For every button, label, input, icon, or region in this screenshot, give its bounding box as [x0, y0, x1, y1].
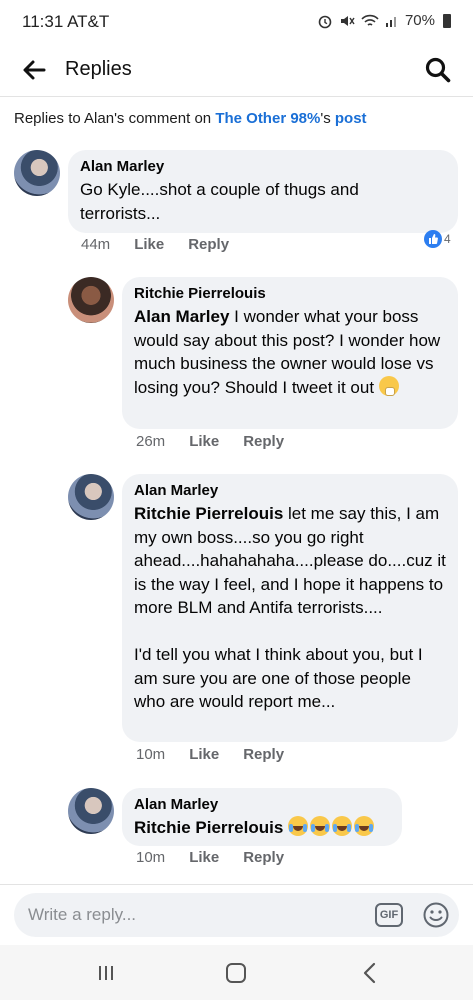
like-button[interactable]: Like [189, 433, 219, 450]
alarm-icon [318, 15, 332, 28]
laughing-emoji-icon [288, 816, 309, 836]
comment-meta: 26m Like Reply [136, 433, 284, 450]
avatar[interactable] [68, 788, 114, 834]
reaction-number: 4 [444, 232, 451, 246]
comment-time: 26m [136, 433, 166, 450]
page-title: Replies [65, 58, 132, 80]
post-link[interactable]: post [335, 110, 367, 127]
reply-bar-divider [0, 884, 473, 885]
search-icon[interactable] [423, 55, 453, 85]
comment-time: 10m [136, 746, 166, 763]
context-line: Replies to Alan's comment on The Other 9… [14, 110, 367, 127]
comment-text: Go Kyle....shot a couple of thugs and te… [80, 180, 359, 223]
home-icon[interactable] [226, 963, 246, 983]
battery-icon [443, 13, 451, 28]
mention-tag[interactable]: Ritchie Pierrelouis [134, 818, 283, 837]
comment-bubble: Ritchie Pierrelouis Alan Marley I wonder… [122, 277, 458, 429]
status-bar: 11:31 AT&T 70% [0, 0, 473, 44]
comment-bubble: Alan Marley Go Kyle....shot a couple of … [68, 150, 458, 233]
gif-button[interactable]: GIF [375, 903, 403, 927]
comment-author[interactable]: Alan Marley [134, 482, 446, 499]
like-button[interactable]: Like [189, 746, 219, 763]
header: Replies [0, 44, 473, 96]
context-suffix: 's [320, 110, 335, 127]
system-nav-bar [0, 945, 473, 1000]
comment-bubble: Alan Marley Ritchie Pierrelouis [122, 788, 402, 846]
mention-tag[interactable]: Alan Marley [134, 307, 229, 326]
like-button[interactable]: Like [134, 236, 164, 253]
comment-time: 44m [81, 236, 111, 253]
avatar[interactable] [68, 474, 114, 520]
comment-text: Ritchie Pierrelouis let me say this, I a… [134, 502, 446, 714]
header-divider [0, 96, 473, 97]
like-reaction-icon [424, 230, 442, 248]
signal-icon [385, 16, 396, 27]
reply-button[interactable]: Reply [243, 433, 284, 450]
page-link[interactable]: The Other 98% [215, 110, 320, 127]
comment-meta: 44m Like Reply [81, 236, 229, 253]
laughing-emoji-icon [354, 816, 375, 836]
context-prefix: Replies to Alan's comment on [14, 110, 216, 127]
comment-author[interactable]: Alan Marley [134, 796, 390, 813]
comment-text: Alan Marley I wonder what your boss woul… [134, 305, 446, 399]
reply-button[interactable]: Reply [243, 849, 284, 866]
battery-percent: 70% [404, 12, 435, 29]
recent-apps-icon[interactable] [96, 963, 116, 983]
emoji-picker-icon[interactable] [422, 901, 450, 929]
wifi-icon [361, 14, 379, 26]
nav-back-icon[interactable] [360, 961, 380, 985]
comment-bubble: Alan Marley Ritchie Pierrelouis let me s… [122, 474, 458, 742]
reaction-count[interactable]: 4 [424, 230, 451, 248]
laughing-emoji-icon [332, 816, 353, 836]
comment-meta: 10m Like Reply [136, 746, 284, 763]
mention-tag[interactable]: Ritchie Pierrelouis [134, 504, 283, 523]
shushing-face-emoji-icon [378, 375, 399, 396]
reply-button[interactable]: Reply [188, 236, 229, 253]
comment-time: 10m [136, 849, 166, 866]
laughing-emoji-icon [310, 816, 331, 836]
comment-author[interactable]: Ritchie Pierrelouis [134, 285, 446, 302]
avatar[interactable] [68, 277, 114, 323]
avatar[interactable] [14, 150, 60, 196]
comment-meta: 10m Like Reply [136, 849, 284, 866]
mute-icon [340, 15, 355, 26]
back-arrow-icon[interactable] [20, 56, 48, 84]
comment-author[interactable]: Alan Marley [80, 158, 446, 175]
reply-button[interactable]: Reply [243, 746, 284, 763]
comment-body: let me say this, I am my own boss....so … [134, 504, 446, 711]
like-button[interactable]: Like [189, 849, 219, 866]
status-icons: 70% [317, 12, 451, 29]
comment-text: Ritchie Pierrelouis [134, 816, 390, 840]
status-time: 11:31 AT&T [22, 12, 110, 31]
